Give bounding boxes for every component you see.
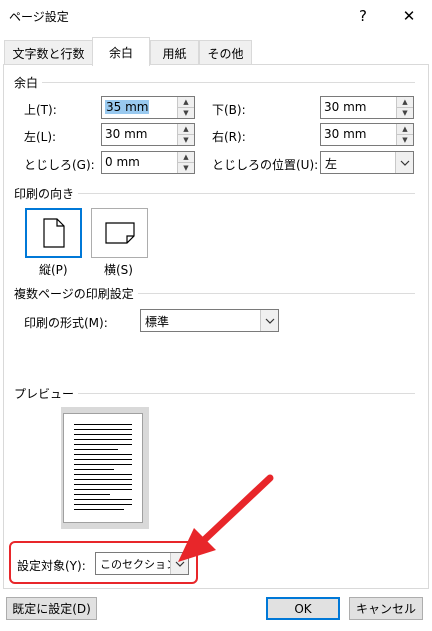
- apply-to-value: このセクション: [100, 558, 177, 571]
- spin-up-icon[interactable]: ▲: [177, 124, 194, 135]
- print-format-label: 印刷の形式(M):: [24, 316, 108, 330]
- chevron-down-icon[interactable]: [260, 310, 278, 331]
- tab-margins[interactable]: 余白: [92, 37, 150, 66]
- tab-characters-lines[interactable]: 文字数と行数: [4, 40, 93, 65]
- set-default-button[interactable]: 既定に設定(D): [6, 597, 97, 620]
- spin-up-icon[interactable]: ▲: [396, 124, 413, 135]
- close-button[interactable]: ✕: [386, 0, 432, 32]
- ok-button[interactable]: OK: [266, 597, 340, 620]
- landscape-button[interactable]: [91, 208, 148, 258]
- orientation-section-label: 印刷の向き: [14, 185, 79, 202]
- gutter-label: とじしろ(G):: [24, 158, 95, 172]
- gutter-position-value: 左: [325, 157, 338, 171]
- margin-right-spinner[interactable]: 30 mm ▲ ▼: [320, 123, 414, 146]
- portrait-page-icon: [42, 218, 65, 248]
- tab-paper[interactable]: 用紙: [150, 40, 199, 65]
- portrait-label: 縦(P): [39, 263, 68, 277]
- apply-to-label: 設定対象(Y):: [17, 559, 86, 573]
- margins-divider: [15, 82, 415, 83]
- spin-up-icon[interactable]: ▲: [396, 97, 413, 108]
- margin-top-spinner[interactable]: 35 mm ▲ ▼: [101, 96, 195, 119]
- print-format-select[interactable]: 標準: [140, 309, 279, 332]
- gutter-value[interactable]: 0 mm: [105, 155, 140, 169]
- preview-page: [63, 413, 143, 523]
- spin-down-icon[interactable]: ▼: [396, 135, 413, 145]
- margin-bottom-label: 下(B):: [212, 103, 246, 117]
- margins-section-label: 余白: [14, 74, 43, 91]
- arrow-annotation-icon: [178, 474, 274, 562]
- spin-down-icon[interactable]: ▼: [177, 108, 194, 118]
- landscape-label: 横(S): [104, 263, 133, 277]
- landscape-page-icon: [104, 222, 135, 244]
- margin-bottom-spinner[interactable]: 30 mm ▲ ▼: [320, 96, 414, 119]
- print-format-value: 標準: [145, 315, 170, 329]
- help-button[interactable]: ?: [340, 0, 386, 32]
- chevron-down-icon[interactable]: [395, 152, 413, 173]
- preview-section-label: プレビュー: [14, 385, 79, 402]
- margin-top-value[interactable]: 35 mm: [105, 100, 150, 114]
- gutter-spinner[interactable]: 0 mm ▲ ▼: [101, 151, 195, 174]
- window-title: ページ設定: [9, 10, 69, 24]
- portrait-button[interactable]: [25, 208, 82, 258]
- gutter-position-label: とじしろの位置(U):: [212, 158, 319, 172]
- spin-up-icon[interactable]: ▲: [177, 152, 194, 163]
- gutter-position-select[interactable]: 左: [320, 151, 414, 174]
- margin-left-value[interactable]: 30 mm: [105, 127, 147, 141]
- cancel-button[interactable]: キャンセル: [349, 597, 423, 620]
- margin-right-value[interactable]: 30 mm: [324, 127, 366, 141]
- margin-bottom-value[interactable]: 30 mm: [324, 100, 366, 114]
- margin-right-label: 右(R):: [212, 130, 246, 144]
- spin-down-icon[interactable]: ▼: [177, 135, 194, 145]
- spin-up-icon[interactable]: ▲: [177, 97, 194, 108]
- margin-left-label: 左(L):: [24, 130, 57, 144]
- spin-down-icon[interactable]: ▼: [396, 108, 413, 118]
- margin-left-spinner[interactable]: 30 mm ▲ ▼: [101, 123, 195, 146]
- spin-down-icon[interactable]: ▼: [177, 163, 194, 173]
- pages-section-label: 複数ページの印刷設定: [14, 285, 138, 302]
- tab-other[interactable]: その他: [199, 40, 252, 65]
- margin-top-label: 上(T):: [24, 103, 57, 117]
